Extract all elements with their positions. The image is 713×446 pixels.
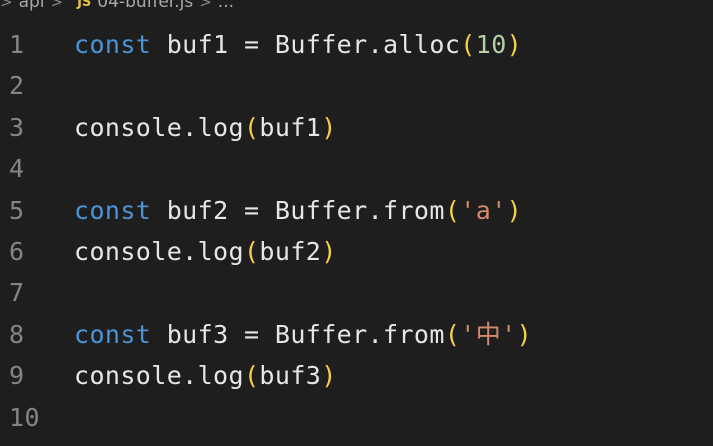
number-token: 10 bbox=[475, 30, 507, 59]
line-number: 10 bbox=[9, 402, 40, 432]
bracket-token: ) bbox=[506, 30, 523, 59]
bracket-token: ) bbox=[321, 236, 337, 266]
line-content[interactable]: console.log(buf3) bbox=[74, 355, 337, 396]
code-line[interactable]: 5 const buf2 = Buffer.from('a') bbox=[0, 190, 713, 231]
line-number: 3 bbox=[9, 112, 25, 142]
code-line[interactable]: 9 console.log(buf3) bbox=[0, 355, 713, 396]
identifier-token: buf1 bbox=[259, 112, 322, 142]
identifier-token: buf2 = Buffer.from bbox=[151, 195, 445, 225]
code-line[interactable]: 10 bbox=[0, 397, 713, 438]
breadcrumb-file[interactable]: 04-buffer.js bbox=[97, 0, 193, 12]
bracket-token: ( bbox=[243, 361, 260, 391]
bracket-token: ) bbox=[321, 112, 337, 142]
keyword-token: const bbox=[74, 30, 152, 59]
line-content[interactable]: const buf3 = Buffer.from('中') bbox=[74, 314, 532, 355]
code-line[interactable]: 7 bbox=[0, 272, 713, 313]
keyword-token: const bbox=[74, 319, 152, 349]
bracket-token: ( bbox=[243, 112, 260, 142]
line-number: 1 bbox=[9, 30, 25, 59]
bracket-token: ) bbox=[506, 195, 523, 225]
line-content[interactable]: const buf2 = Buffer.from('a') bbox=[74, 190, 522, 231]
identifier-token: console.log bbox=[74, 112, 244, 142]
breadcrumb-more[interactable]: ... bbox=[218, 0, 234, 12]
keyword-token: const bbox=[74, 195, 152, 225]
string-token: 'a' bbox=[460, 195, 507, 225]
code-editor[interactable]: > api > JS 04-buffer.js > ... 1 const bu… bbox=[0, 0, 713, 446]
breadcrumb-separator: > bbox=[0, 0, 13, 11]
code-line[interactable]: 2 bbox=[0, 65, 713, 106]
line-number: 8 bbox=[9, 319, 25, 349]
identifier-token: buf3 = Buffer.from bbox=[151, 319, 445, 349]
line-number: 7 bbox=[9, 278, 25, 308]
line-number: 4 bbox=[9, 154, 25, 184]
bracket-token: ) bbox=[321, 361, 337, 391]
line-content[interactable]: console.log(buf1) bbox=[74, 107, 337, 148]
line-number: 9 bbox=[9, 361, 25, 391]
identifier-token: buf2 bbox=[259, 236, 322, 266]
code-area[interactable]: 1 const buf1 = Buffer.alloc(10) 2 3 cons… bbox=[0, 24, 713, 438]
identifier-token: console.log bbox=[74, 361, 244, 391]
identifier-token: console.log bbox=[74, 236, 244, 266]
bracket-token: ( bbox=[243, 236, 260, 266]
breadcrumb-separator: > bbox=[50, 0, 64, 11]
breadcrumb-separator: > bbox=[199, 0, 212, 11]
line-content[interactable]: const buf1 = Buffer.alloc(10) bbox=[74, 24, 522, 65]
line-content[interactable]: console.log(buf2) bbox=[74, 231, 337, 272]
line-number: 6 bbox=[9, 236, 25, 266]
bracket-token: ( bbox=[460, 30, 476, 59]
code-line[interactable]: 1 const buf1 = Buffer.alloc(10) bbox=[0, 24, 713, 65]
code-line[interactable]: 3 console.log(buf1) bbox=[0, 107, 713, 148]
identifier-token: buf1 = Buffer.alloc bbox=[151, 30, 461, 59]
breadcrumb-folder[interactable]: api bbox=[19, 0, 45, 12]
bracket-token: ) bbox=[516, 319, 533, 349]
code-line[interactable]: 6 console.log(buf2) bbox=[0, 231, 713, 272]
breadcrumb: > api > JS 04-buffer.js > ... bbox=[0, 0, 234, 13]
code-line[interactable]: 8 const buf3 = Buffer.from('中') bbox=[0, 314, 713, 355]
bracket-token: ( bbox=[444, 319, 461, 349]
javascript-file-icon: JS bbox=[77, 0, 92, 10]
bracket-token: ( bbox=[444, 195, 461, 225]
string-token: '中' bbox=[460, 319, 517, 349]
line-number: 2 bbox=[9, 71, 25, 101]
identifier-token: buf3 bbox=[259, 361, 322, 391]
code-line[interactable]: 4 bbox=[0, 148, 713, 189]
line-number: 5 bbox=[9, 195, 25, 225]
